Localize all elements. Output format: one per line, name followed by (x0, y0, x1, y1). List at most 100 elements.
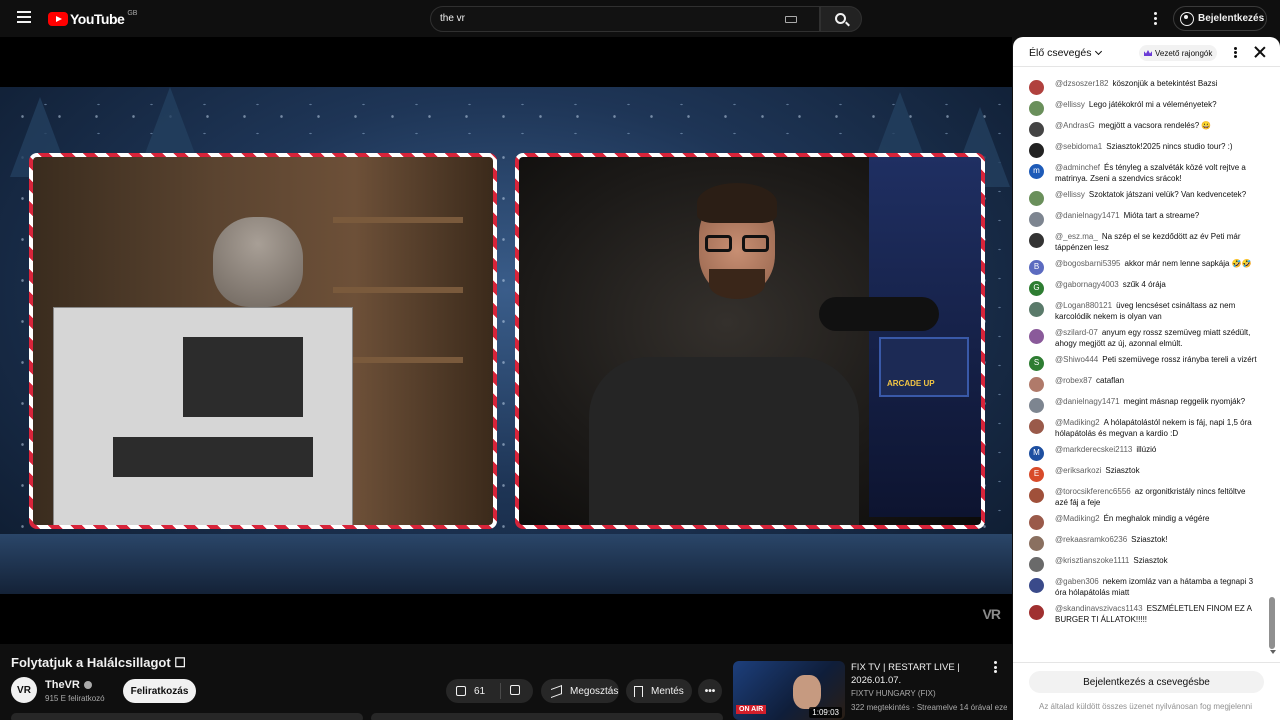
chat-author[interactable]: @ellissy (1055, 190, 1085, 199)
recommended-video-channel[interactable]: FIXTV HUNGARY (FIX) (851, 689, 936, 698)
chat-author[interactable]: @rekaasramko6236 (1055, 535, 1127, 544)
chat-avatar[interactable]: B (1029, 260, 1044, 275)
chat-kebab-icon[interactable] (1232, 47, 1238, 59)
description-box[interactable] (11, 713, 363, 720)
chat-author[interactable]: @gabornagy4003 (1055, 280, 1119, 289)
more-actions-button[interactable]: ••• (698, 679, 722, 703)
save-button[interactable]: Mentés (626, 679, 692, 703)
hamburger-menu-icon[interactable] (12, 8, 36, 30)
chat-author[interactable]: @Madiking2 (1055, 514, 1100, 523)
chat-message-list[interactable]: @dzsoszer182 köszonjük a betekintést Bazs… (1013, 76, 1268, 659)
chat-author[interactable]: @Shiwo444 (1055, 355, 1098, 364)
chat-avatar[interactable] (1029, 122, 1044, 137)
chat-avatar[interactable] (1029, 212, 1044, 227)
chat-message[interactable]: M @markderecskei2113 illúzió (1013, 442, 1268, 463)
dislike-button[interactable] (501, 684, 520, 698)
subscribe-button[interactable]: Feliratkozás (123, 679, 196, 703)
chat-message[interactable]: @_esz.ma_ Na szép el se kezdődött az év P… (1013, 229, 1268, 256)
chat-author[interactable]: @AndrasG (1055, 121, 1095, 130)
channel-avatar[interactable]: VR (11, 677, 37, 703)
chat-avatar[interactable] (1029, 398, 1044, 413)
chat-message[interactable]: @ellissy Lego játékokról mi a véleményete… (1013, 97, 1268, 118)
chat-author[interactable]: @gaben306 (1055, 577, 1099, 586)
chat-message[interactable]: B @bogosbarni5395 akkor már nem lenne sapk… (1013, 256, 1268, 277)
share-button[interactable]: Megosztás (541, 679, 619, 703)
chat-author[interactable]: @bogosbarni5395 (1055, 259, 1121, 268)
chat-message[interactable]: @danielnagy1471 Mióta tart a streame? (1013, 208, 1268, 229)
scroll-down-arrow-icon[interactable] (1270, 650, 1276, 654)
chat-message[interactable]: @gaben306 nekem izomláz van a hátamba a t… (1013, 574, 1268, 601)
chat-signin-button[interactable]: Bejelentkezés a csevegésbe (1029, 671, 1264, 693)
chat-author[interactable]: @Logan880121 (1055, 301, 1112, 310)
chat-message[interactable]: @AndrasG megjött a vacsora rendelés? 😀 (1013, 118, 1268, 139)
chat-avatar[interactable] (1029, 191, 1044, 206)
chat-author[interactable]: @adminchef (1055, 163, 1100, 172)
chat-avatar[interactable] (1029, 578, 1044, 593)
chat-message[interactable]: E @eriksarkozi Sziasztok (1013, 463, 1268, 484)
chat-message[interactable]: @krisztianszoke1111 Sziasztok (1013, 553, 1268, 574)
chat-avatar[interactable]: m (1029, 164, 1044, 179)
chat-message[interactable]: @torocsikferenc6556 az orgonitkristály ni… (1013, 484, 1268, 511)
close-icon[interactable] (1254, 46, 1266, 58)
chat-author[interactable]: @skandinavszivacs1143 (1055, 604, 1143, 613)
chat-author[interactable]: @torocsikferenc6556 (1055, 487, 1131, 496)
chat-avatar[interactable] (1029, 302, 1044, 317)
chat-avatar[interactable]: M (1029, 446, 1044, 461)
chat-author[interactable]: @danielnagy1471 (1055, 211, 1120, 220)
comments-box[interactable] (371, 713, 723, 720)
chat-message[interactable]: @sebidoma1 Sziasztok!2025 nincs studio to… (1013, 139, 1268, 160)
chat-author[interactable]: @Madiking2 (1055, 418, 1100, 427)
keyboard-icon[interactable] (785, 16, 797, 23)
chat-author[interactable]: @danielnagy1471 (1055, 397, 1120, 406)
chat-message[interactable]: G @gabornagy4003 szűk 4 órája (1013, 277, 1268, 298)
chat-avatar[interactable] (1029, 143, 1044, 158)
like-button[interactable]: 61 (446, 683, 501, 699)
chat-avatar[interactable] (1029, 515, 1044, 530)
chat-avatar[interactable] (1029, 329, 1044, 344)
recommended-video-title[interactable]: FIX TV | RESTART LIVE | 2026.01.07. (851, 661, 981, 687)
chat-mode-dropdown[interactable]: Élő csevegés (1029, 47, 1103, 59)
youtube-logo[interactable]: YouTube GB (48, 10, 137, 27)
chat-avatar[interactable] (1029, 233, 1044, 248)
chat-author[interactable]: @dzsoszer182 (1055, 79, 1108, 88)
chat-avatar[interactable] (1029, 557, 1044, 572)
chat-author[interactable]: @sebidoma1 (1055, 142, 1102, 151)
chat-scrollbar[interactable] (1269, 597, 1275, 649)
chat-message[interactable]: @Logan880121 üveg lencséset csináltass az… (1013, 298, 1268, 325)
top-fans-button[interactable]: Vezető rajongók (1139, 45, 1218, 61)
chat-avatar[interactable] (1029, 605, 1044, 620)
chat-avatar[interactable] (1029, 377, 1044, 392)
chat-author[interactable]: @szilard-07 (1055, 328, 1098, 337)
chat-avatar[interactable] (1029, 419, 1044, 434)
chat-message[interactable]: @Madiking2 A hólapátolástól nekem is fáj,… (1013, 415, 1268, 442)
chat-avatar[interactable] (1029, 101, 1044, 116)
chat-message[interactable]: @ellissy Szoktatok játszani velük? Van ke… (1013, 187, 1268, 208)
chat-avatar[interactable] (1029, 536, 1044, 551)
chat-message[interactable]: m @adminchef És tényleg a szalvéták közé v… (1013, 160, 1268, 187)
video-player[interactable]: ARCADE UP VR (0, 37, 1012, 644)
chat-avatar[interactable] (1029, 80, 1044, 95)
chat-message[interactable]: @Madiking2 Én meghalok mindig a végére (1013, 511, 1268, 532)
chat-avatar[interactable] (1029, 488, 1044, 503)
chat-avatar[interactable]: E (1029, 467, 1044, 482)
chat-message[interactable]: @danielnagy1471 megint másnap reggelik ny… (1013, 394, 1268, 415)
chat-message[interactable]: @rekaasramko6236 Sziasztok! (1013, 532, 1268, 553)
chat-author[interactable]: @krisztianszoke1111 (1055, 556, 1129, 565)
search-input[interactable]: the vr (430, 6, 820, 32)
chat-avatar[interactable]: S (1029, 356, 1044, 371)
recommended-video-kebab-icon[interactable] (992, 661, 998, 675)
chat-message[interactable]: S @Shiwo444 Peti szemüvege rossz irányba t… (1013, 352, 1268, 373)
channel-name[interactable]: TheVR (45, 679, 92, 691)
chat-author[interactable]: @markderecskei2113 (1055, 445, 1132, 454)
settings-kebab-icon[interactable] (1150, 11, 1160, 27)
chat-avatar[interactable]: G (1029, 281, 1044, 296)
chat-author[interactable]: @_esz.ma_ (1055, 232, 1098, 241)
chat-message[interactable]: @dzsoszer182 köszonjük a betekintést Bazs… (1013, 76, 1268, 97)
signin-button[interactable]: Bejelentkezés (1173, 6, 1267, 31)
channel-watermark[interactable]: VR (983, 606, 1001, 622)
chat-author[interactable]: @ellissy (1055, 100, 1085, 109)
chat-message[interactable]: @szilard-07 anyum egy rossz szemüveg miat… (1013, 325, 1268, 352)
chat-author[interactable]: @eriksarkozi (1055, 466, 1101, 475)
chat-author[interactable]: @robex87 (1055, 376, 1092, 385)
chat-message[interactable]: @robex87 cataflan (1013, 373, 1268, 394)
